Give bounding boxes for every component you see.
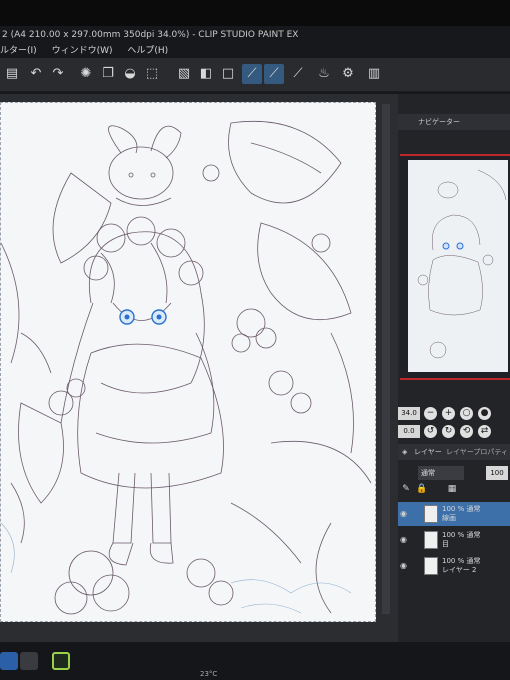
pen2-icon[interactable]: ⟋ — [264, 64, 284, 84]
zoom-out-icon[interactable]: − — [424, 407, 437, 420]
blend-mode-select[interactable]: 通常 — [418, 466, 464, 480]
undo-icon[interactable]: ↶ — [26, 64, 46, 84]
rotation-control: 0.0 ↺ ↻ ⟲ ⇄ — [398, 424, 510, 440]
pin-icon[interactable]: ✎ — [400, 482, 412, 496]
navigator-thumbnail — [408, 160, 508, 372]
zoom-value[interactable]: 34.0 — [398, 407, 420, 420]
layer-name: 目 — [442, 540, 449, 548]
layer-row[interactable]: ◉ 100 % 通常 線画 — [398, 502, 510, 526]
rotate-left-icon[interactable]: ↺ — [424, 425, 437, 438]
canvas-workspace[interactable] — [0, 94, 398, 642]
redo-icon[interactable]: ↷ — [48, 64, 68, 84]
copy-icon[interactable]: ❐ — [98, 64, 118, 84]
zoom-control: 34.0 − + ○ ● — [398, 406, 510, 422]
rotate-right-icon[interactable]: ↻ — [442, 425, 455, 438]
loading-icon[interactable]: ✺ — [76, 64, 96, 84]
navigator-preview[interactable] — [400, 154, 510, 380]
settings-icon[interactable]: ⚙ — [338, 64, 358, 84]
square-icon[interactable]: □ — [218, 64, 238, 84]
layer-row[interactable]: ◉ 100 % 通常 レイヤー 2 — [398, 554, 510, 578]
menu-help[interactable]: ヘルプ(H) — [127, 44, 168, 58]
eye-icon[interactable]: ◉ — [400, 561, 410, 571]
lineart-drawing — [1, 120, 372, 615]
blend-row: 通常 100 — [398, 464, 510, 482]
menu-window[interactable]: ウィンドウ(W) — [52, 44, 113, 58]
zoom-fit-icon[interactable]: ○ — [460, 407, 473, 420]
opacity-value[interactable]: 100 — [486, 466, 508, 480]
menu-bar: ルター(I) ウィンドウ(W) ヘルプ(H) — [0, 44, 510, 58]
app-screen: 2 (A4 210.00 x 297.00mm 350dpi 34.0%) - … — [0, 0, 510, 680]
taskbar: 23°C — [0, 642, 510, 680]
navigator-header: ナビゲーター — [398, 114, 510, 130]
weather-text: 23°C — [200, 670, 218, 678]
lock-icon[interactable]: 🔒 — [416, 482, 428, 496]
mask-icon[interactable]: ▦ — [446, 482, 458, 496]
eye-icon[interactable]: ◉ — [400, 535, 410, 545]
hide-icon[interactable]: ▧ — [174, 64, 194, 84]
layer-thumbnail — [424, 531, 438, 549]
search-icon[interactable] — [20, 652, 38, 670]
new-file-icon[interactable]: ▤ — [2, 64, 22, 84]
thumbnail-drawing — [417, 169, 507, 359]
layer-tools: ✎ 🔒 ▦ — [398, 484, 510, 500]
cup-icon[interactable]: ♨ — [314, 64, 334, 84]
command-bar: ▤ ↶ ↷ ✺ ❐ ◒ ⬚ ▧ ◧ □ ⟋ ⟋ ⟋ ♨ ⚙ ▥ — [0, 58, 510, 92]
monitor-bezel — [0, 0, 510, 26]
layer-thumbnail — [424, 505, 438, 523]
tab-layer-property[interactable]: レイヤープロパティ — [446, 444, 508, 460]
right-panel: ナビゲーター 34.0 − + ○ ● 0.0 ↺ ↻ ⟲ ⇄ ◈ レイヤー レ… — [398, 94, 510, 642]
layer-name: 線画 — [442, 514, 456, 522]
menu-filter[interactable]: ルター(I) — [0, 44, 37, 58]
rotation-value[interactable]: 0.0 — [398, 425, 420, 438]
rotate-reset-icon[interactable]: ⟲ — [460, 425, 473, 438]
zoom-100-icon[interactable]: ● — [478, 407, 491, 420]
zoom-in-icon[interactable]: + — [442, 407, 455, 420]
drawing-canvas[interactable] — [0, 102, 376, 622]
layer-name: レイヤー 2 — [442, 566, 477, 574]
clip-studio-icon[interactable] — [52, 652, 70, 670]
pen3-icon[interactable]: ⟋ — [288, 64, 308, 84]
fill-icon[interactable]: ◒ — [120, 64, 140, 84]
pen-icon[interactable]: ⟋ — [242, 64, 262, 84]
fill-adjust-icon[interactable]: ◧ — [196, 64, 216, 84]
book-icon[interactable]: ▥ — [364, 64, 384, 84]
navigator-title: ナビゲーター — [418, 118, 460, 126]
layer-icon: ◈ — [402, 448, 408, 456]
tab-layers[interactable]: レイヤー — [414, 444, 442, 460]
window-title: 2 (A4 210.00 x 297.00mm 350dpi 34.0%) - … — [2, 30, 299, 40]
eye-icon[interactable]: ◉ — [400, 509, 410, 519]
start-icon[interactable] — [0, 652, 18, 670]
layer-tabs: ◈ レイヤー レイヤープロパティ — [398, 444, 510, 460]
vertical-scrollbar[interactable] — [382, 104, 390, 614]
layer-row[interactable]: ◉ 100 % 通常 目 — [398, 528, 510, 552]
flip-icon[interactable]: ⇄ — [478, 425, 491, 438]
transform-icon[interactable]: ⬚ — [142, 64, 162, 84]
layer-thumbnail — [424, 557, 438, 575]
